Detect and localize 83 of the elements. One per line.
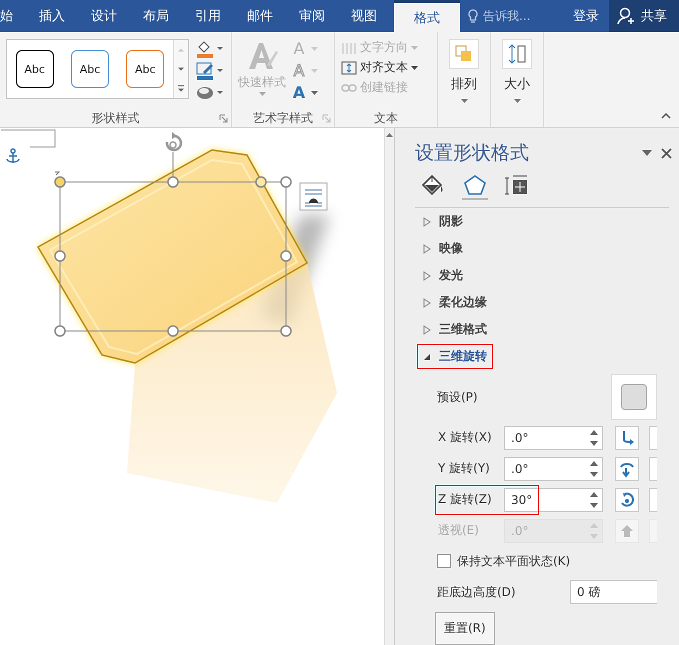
section-header[interactable]: 三维格式 bbox=[417, 317, 493, 342]
text-command[interactable]: 对齐文本 bbox=[341, 59, 431, 76]
rotate-button[interactable] bbox=[615, 488, 639, 512]
caret-icon bbox=[311, 91, 318, 95]
collapsed-triangle-icon bbox=[423, 270, 431, 280]
ribbon-tab[interactable]: 视图 bbox=[338, 0, 390, 32]
section-header[interactable]: 发光 bbox=[417, 263, 469, 288]
caret-icon bbox=[411, 46, 418, 50]
distance-field[interactable]: 0 磅 bbox=[570, 580, 657, 604]
overlapping-squares-icon bbox=[455, 45, 473, 63]
rotation-label: Y 旋转(Y) bbox=[437, 460, 491, 477]
collapsed-triangle-icon bbox=[423, 244, 431, 254]
group-label: 文本 bbox=[373, 110, 399, 127]
caret-icon bbox=[514, 99, 520, 103]
arrange-button[interactable]: 排列 bbox=[448, 39, 480, 103]
pentagon-icon bbox=[463, 174, 487, 196]
section-header[interactable]: 三维旋转 bbox=[417, 344, 493, 369]
sign-in-link[interactable]: 登录 bbox=[563, 0, 609, 32]
reset-button[interactable]: 重置(R) bbox=[435, 612, 495, 645]
anchor-icon bbox=[6, 148, 20, 164]
text-direction-icon bbox=[341, 40, 357, 54]
lightbulb-icon bbox=[468, 8, 478, 24]
ribbon-tab[interactable]: 设计 bbox=[78, 0, 130, 32]
spin-field[interactable]: .0° bbox=[504, 426, 603, 450]
caret-icon bbox=[311, 69, 318, 73]
share-button[interactable]: 共享 bbox=[609, 0, 679, 32]
pane-category-tab[interactable] bbox=[462, 174, 488, 200]
ribbon-tab[interactable]: 引用 bbox=[182, 0, 234, 32]
dialog-launcher-icon[interactable] bbox=[219, 114, 228, 123]
preset-label: 预设(P) bbox=[436, 388, 478, 406]
spin-arrows-icon bbox=[590, 490, 598, 510]
ribbon-tab[interactable]: 审阅 bbox=[286, 0, 338, 32]
rotate-button[interactable] bbox=[615, 426, 639, 450]
spin-arrows-icon bbox=[590, 520, 598, 540]
pen-outline-icon[interactable] bbox=[195, 61, 225, 81]
pane-menu-caret-icon[interactable] bbox=[642, 150, 652, 156]
caret-icon bbox=[311, 47, 318, 51]
paragraph-mark-icon bbox=[54, 172, 60, 176]
expanded-triangle-icon bbox=[423, 352, 431, 360]
checkbox-label: 保持文本平面状态(K) bbox=[457, 552, 570, 570]
fill-bucket-icon[interactable] bbox=[195, 39, 225, 59]
ribbon-tab[interactable]: 邮件 bbox=[234, 0, 286, 32]
collapse-ribbon-icon[interactable] bbox=[661, 113, 671, 119]
caret-icon bbox=[460, 99, 468, 103]
collapsed-triangle-icon bbox=[423, 298, 431, 308]
spin-arrows-icon bbox=[590, 428, 598, 448]
text-effects-button[interactable]: A bbox=[292, 83, 306, 103]
shape-style-swatch[interactable]: Abc bbox=[70, 50, 109, 88]
group-label: 形状样式 bbox=[90, 110, 140, 127]
caret-icon bbox=[258, 92, 266, 96]
rotation-label: 透视(E) bbox=[437, 522, 480, 539]
size-position-icon bbox=[505, 174, 529, 196]
distance-label: 距底边高度(D) bbox=[437, 584, 517, 600]
size-button[interactable]: 大小 bbox=[501, 39, 533, 103]
rotate-button[interactable] bbox=[615, 456, 639, 480]
shape-style-swatch[interactable]: Abc bbox=[16, 50, 54, 88]
preset-dropdown[interactable] bbox=[611, 374, 657, 420]
caret-icon bbox=[411, 66, 418, 70]
ribbon-tab[interactable]: 插入 bbox=[26, 0, 78, 32]
ribbon-tab[interactable]: 布局 bbox=[130, 0, 182, 32]
paint-bucket-icon bbox=[421, 174, 445, 196]
align-text-icon bbox=[341, 60, 357, 74]
spin-field[interactable]: .0° bbox=[504, 456, 603, 480]
section-header[interactable]: 映像 bbox=[417, 236, 469, 261]
ribbon-tab[interactable]: 始 bbox=[0, 0, 26, 32]
tell-me-field[interactable]: 告诉我... bbox=[483, 9, 549, 23]
close-icon[interactable] bbox=[661, 148, 672, 158]
section-header[interactable]: 阴影 bbox=[417, 209, 469, 234]
section-header[interactable]: 柔化边缘 bbox=[417, 290, 493, 315]
group-label: 艺术字样式 bbox=[252, 110, 314, 127]
layout-options-icon[interactable] bbox=[300, 182, 328, 210]
checkbox[interactable] bbox=[437, 554, 451, 568]
shape-style-swatch[interactable]: Abc bbox=[126, 50, 164, 88]
collapsed-triangle-icon bbox=[423, 324, 431, 334]
rotation-label: X 旋转(X) bbox=[437, 429, 493, 446]
size-arrows-icon bbox=[506, 43, 528, 65]
pane-title: 设置形状格式 bbox=[415, 141, 530, 166]
spin-field[interactable]: 30° bbox=[504, 488, 603, 512]
ribbon-tab[interactable]: 格式 bbox=[394, 0, 460, 32]
spin-arrows-icon bbox=[590, 458, 598, 478]
page-corner-mark bbox=[0, 130, 56, 148]
collapsed-triangle-icon bbox=[423, 216, 431, 226]
person-icon bbox=[617, 7, 637, 25]
